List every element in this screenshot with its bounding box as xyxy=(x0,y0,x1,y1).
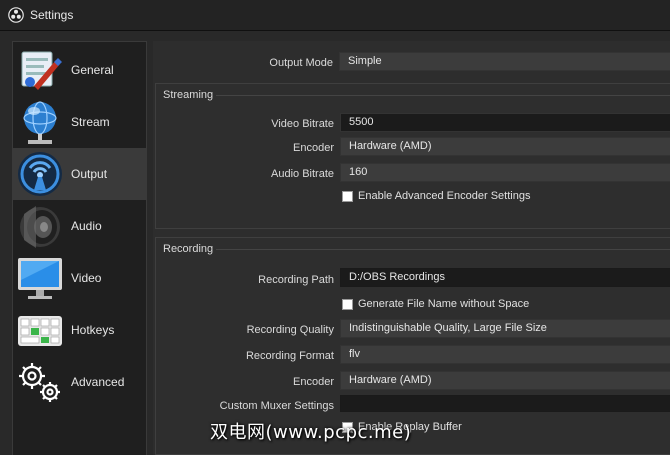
sidebar-item-output[interactable]: Output xyxy=(13,148,146,200)
sidebar-item-label: Stream xyxy=(71,115,110,129)
settings-client: General Stream Output Audio Video Hotkey… xyxy=(0,31,670,455)
output-settings-panel: Output Mode Simple Streaming Video Bitra… xyxy=(153,41,670,455)
custom-muxer-input[interactable] xyxy=(340,395,670,412)
watermark-text: 双电网(www.pcpc.me) xyxy=(210,422,412,443)
recording-group-title: Recording xyxy=(163,243,214,255)
sidebar-item-label: Hotkeys xyxy=(71,323,115,337)
recording-encoder-select[interactable]: Hardware (AMD) xyxy=(340,371,670,390)
keyboard-icon xyxy=(18,316,62,346)
title-bar: Settings xyxy=(0,0,670,31)
recording-path-input[interactable]: D:/OBS Recordings xyxy=(340,268,670,287)
output-mode-select[interactable]: Simple xyxy=(339,52,670,71)
gears-icon xyxy=(19,363,60,402)
streaming-group-title: Streaming xyxy=(163,89,214,101)
sidebar-item-stream[interactable]: Stream xyxy=(13,96,146,148)
recording-quality-label: Recording Quality xyxy=(246,324,334,336)
group-divider xyxy=(216,249,670,250)
settings-sidebar: General Stream Output Audio Video Hotkey… xyxy=(12,41,147,455)
broadcast-output-icon xyxy=(18,152,62,196)
group-divider xyxy=(216,95,670,96)
sidebar-item-label: Output xyxy=(71,167,108,181)
custom-muxer-label: Custom Muxer Settings xyxy=(219,400,334,412)
sidebar-item-label: General xyxy=(71,63,114,77)
streaming-encoder-select[interactable]: Hardware (AMD) xyxy=(340,137,670,156)
audio-bitrate-label: Audio Bitrate xyxy=(271,168,334,180)
recording-path-label: Recording Path xyxy=(258,274,334,286)
sidebar-item-label: Video xyxy=(71,271,102,285)
recording-quality-select[interactable]: Indistinguishable Quality, Large File Si… xyxy=(340,319,670,338)
advanced-encoder-label: Enable Advanced Encoder Settings xyxy=(358,190,531,202)
general-settings-icon xyxy=(21,51,62,90)
video-bitrate-label: Video Bitrate xyxy=(271,118,334,130)
window-title: Settings xyxy=(30,8,74,22)
advanced-encoder-checkbox-row[interactable]: Enable Advanced Encoder Settings xyxy=(342,190,530,202)
recording-format-label: Recording Format xyxy=(245,350,334,362)
streaming-encoder-label: Encoder xyxy=(293,142,334,154)
no-space-label: Generate File Name without Space xyxy=(358,298,530,310)
streaming-group: Streaming Video Bitrate 5500 Encoder Har… xyxy=(155,83,670,229)
obs-logo-icon xyxy=(8,7,24,23)
no-space-checkbox-row[interactable]: Generate File Name without Space xyxy=(342,298,529,310)
recording-format-select[interactable]: flv xyxy=(340,345,670,364)
globe-stream-icon xyxy=(23,101,57,144)
sidebar-item-hotkeys[interactable]: Hotkeys xyxy=(13,304,146,356)
sidebar-item-video[interactable]: Video xyxy=(13,252,146,304)
sidebar-item-audio[interactable]: Audio xyxy=(13,200,146,252)
recording-encoder-label: Encoder xyxy=(293,376,334,388)
no-space-checkbox[interactable] xyxy=(342,298,353,310)
sidebar-item-advanced[interactable]: Advanced xyxy=(13,356,146,408)
audio-bitrate-select[interactable]: 160 xyxy=(340,163,670,182)
sidebar-item-label: Advanced xyxy=(71,375,125,389)
advanced-encoder-checkbox[interactable] xyxy=(342,190,353,202)
monitor-icon xyxy=(18,258,62,299)
output-mode-label: Output Mode xyxy=(269,57,333,69)
sidebar-item-label: Audio xyxy=(71,219,102,233)
video-bitrate-input[interactable]: 5500 xyxy=(340,113,670,132)
speaker-icon xyxy=(20,206,60,248)
sidebar-item-general[interactable]: General xyxy=(13,44,146,96)
